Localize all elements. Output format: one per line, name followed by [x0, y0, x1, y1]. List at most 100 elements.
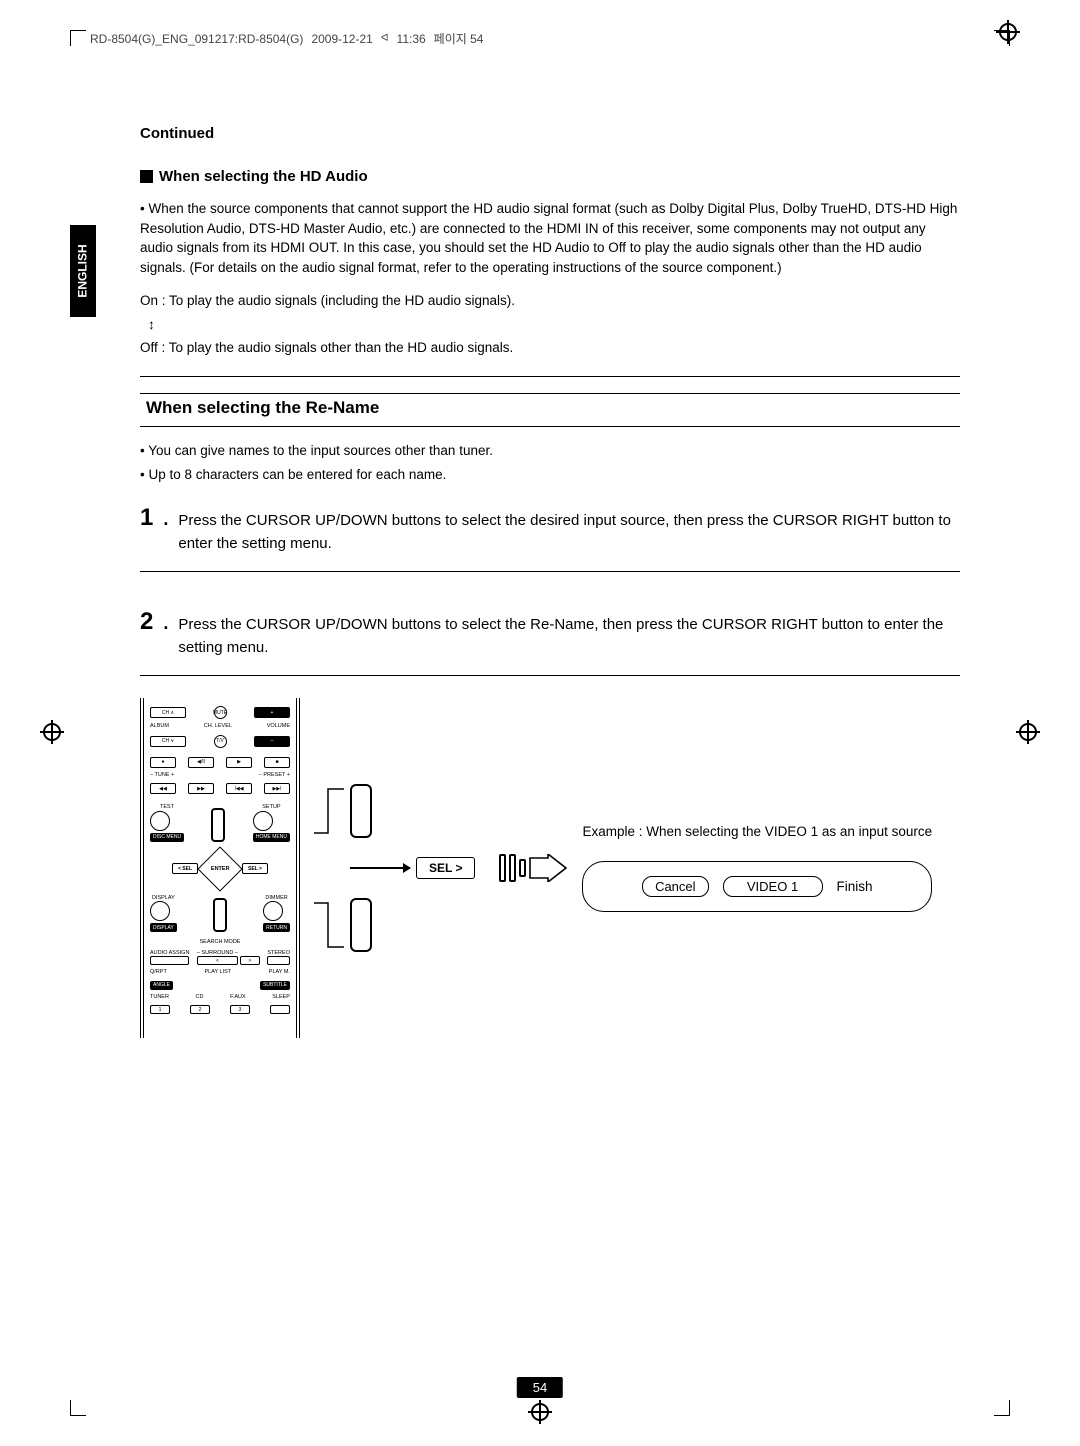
- remote-label: PLAY M.: [269, 970, 290, 976]
- header-extra: 페이지 54: [434, 30, 484, 47]
- remote-btn: +: [254, 707, 290, 718]
- registration-mark: [996, 20, 1020, 44]
- remote-label: F.AUX: [230, 995, 246, 1001]
- remote-btn: DISC MENU: [150, 833, 184, 842]
- divider: [140, 376, 960, 377]
- remote-btn: [253, 811, 273, 831]
- remote-label: – TUNE +: [150, 773, 174, 779]
- remote-btn: 2: [190, 1005, 210, 1014]
- connector-column: SEL >: [314, 783, 475, 953]
- remote-label: DISPLAY: [150, 896, 177, 902]
- step-2: 2. Press the CURSOR UP/DOWN buttons to s…: [140, 610, 960, 659]
- header-arrow-icon: ᐊ: [381, 33, 389, 44]
- rect-icon: [350, 784, 372, 838]
- remote-btn: ■: [264, 757, 290, 768]
- rename-title-text: When selecting the Re-Name: [140, 398, 379, 417]
- remote-diagram: CH ∧ MUTE + ALBUM CH. LEVEL VOLUME CH ∨ …: [140, 698, 960, 1038]
- continued-label: Continued: [140, 125, 960, 142]
- remote-btn: MUTE: [214, 706, 227, 719]
- remote-btn: >: [240, 956, 260, 965]
- registration-mark: [40, 720, 64, 744]
- hd-audio-arrow: ↕: [140, 315, 960, 335]
- step-arrow-group: [499, 854, 568, 882]
- remote-label: SLEEP: [272, 995, 290, 1001]
- remote-label: CH. LEVEL: [204, 724, 232, 730]
- registration-mark: [528, 1400, 552, 1424]
- divider: [140, 675, 960, 676]
- remote-label: VOLUME: [267, 724, 290, 730]
- remote-btn: ▶▶: [188, 783, 214, 794]
- remote-label: TUNER: [150, 995, 169, 1001]
- remote-enter-btn: ENTER: [197, 846, 242, 891]
- crop-mark: [994, 1400, 1010, 1416]
- remote-btn: ▶: [226, 757, 252, 768]
- square-bullet-icon: [140, 170, 153, 183]
- remote-btn: [263, 901, 283, 921]
- remote-btn: CH ∨: [150, 736, 186, 747]
- example-column: Example : When selecting the VIDEO 1 as …: [582, 824, 932, 912]
- crop-mark: [70, 1400, 86, 1416]
- remote-label: STEREO: [267, 951, 290, 957]
- header-date: 2009-12-21: [311, 32, 372, 46]
- remote-btn: ANGLE: [150, 981, 173, 990]
- hd-audio-para-1: • When the source components that cannot…: [140, 199, 960, 277]
- hd-audio-on: On : To play the audio signals (includin…: [140, 291, 960, 311]
- remote-btn: T/V: [214, 735, 227, 748]
- remote-label: ALBUM: [150, 724, 169, 730]
- arrow-icon: [350, 867, 410, 869]
- page-content: Continued When selecting the HD Audio • …: [140, 125, 960, 1038]
- hd-audio-heading-text: When selecting the HD Audio: [159, 168, 368, 185]
- video1-pill: VIDEO 1: [723, 876, 823, 897]
- remote-illustration: CH ∧ MUTE + ALBUM CH. LEVEL VOLUME CH ∨ …: [140, 698, 300, 1038]
- language-tab: ENGLISH: [70, 225, 96, 317]
- display-box: Cancel VIDEO 1 Finish: [582, 861, 932, 912]
- step-number: 1: [140, 506, 153, 530]
- header-file: RD-8504(G)_ENG_091217:RD-8504(G): [90, 32, 303, 46]
- step-1: 1. Press the CURSOR UP/DOWN buttons to s…: [140, 506, 960, 555]
- remote-label: DIMMER: [263, 896, 290, 902]
- remote-btn: SUBTITLE: [260, 981, 290, 990]
- hd-audio-heading: When selecting the HD Audio: [140, 168, 960, 185]
- arrow-icon: [528, 854, 568, 882]
- remote-btn: –: [254, 736, 290, 747]
- registration-mark: [1016, 720, 1040, 744]
- step-text: Press the CURSOR UP/DOWN buttons to sele…: [178, 510, 960, 555]
- remote-btn: 1: [150, 1005, 170, 1014]
- remote-btn: < SEL: [172, 863, 198, 874]
- cancel-pill: Cancel: [642, 876, 708, 897]
- language-tab-label: ENGLISH: [76, 244, 90, 297]
- remote-btn: [150, 956, 189, 965]
- remote-label: PLAY LIST: [204, 970, 231, 976]
- step-number: 2: [140, 610, 153, 634]
- rename-section-title: When selecting the Re-Name: [140, 393, 960, 427]
- remote-btn: [213, 898, 227, 932]
- remote-btn: [150, 811, 170, 831]
- remote-label: Q/RPT: [150, 970, 167, 976]
- remote-btn: ▶▶I: [264, 783, 290, 794]
- remote-label: CD: [196, 995, 204, 1001]
- remote-btn: I◀◀: [226, 783, 252, 794]
- remote-btn: ●: [150, 757, 176, 768]
- header-time: 11:36: [397, 32, 426, 46]
- divider: [140, 571, 960, 572]
- remote-btn: [150, 901, 170, 921]
- connector-line: [314, 783, 344, 839]
- remote-btn: 3: [230, 1005, 250, 1014]
- remote-btn: CH ∧: [150, 707, 186, 718]
- remote-btn: ◀/II: [188, 757, 214, 768]
- print-header: RD-8504(G)_ENG_091217:RD-8504(G) 2009-12…: [90, 30, 483, 47]
- remote-btn: RETURN: [263, 923, 290, 932]
- rename-bullet-2: • Up to 8 characters can be entered for …: [140, 465, 960, 485]
- remote-label: SETUP: [253, 805, 290, 811]
- remote-btn: [211, 808, 225, 842]
- remote-label: – PRESET +: [259, 773, 290, 779]
- remote-label: TEST: [150, 805, 184, 811]
- sel-box: SEL >: [416, 857, 475, 879]
- remote-btn: [270, 1005, 290, 1014]
- finish-label: Finish: [837, 879, 873, 894]
- remote-btn: SEL >: [242, 863, 268, 874]
- page-number: 54: [517, 1377, 563, 1398]
- barcode-icon: [499, 854, 526, 882]
- rect-icon: [350, 898, 372, 952]
- step-text: Press the CURSOR UP/DOWN buttons to sele…: [178, 614, 960, 659]
